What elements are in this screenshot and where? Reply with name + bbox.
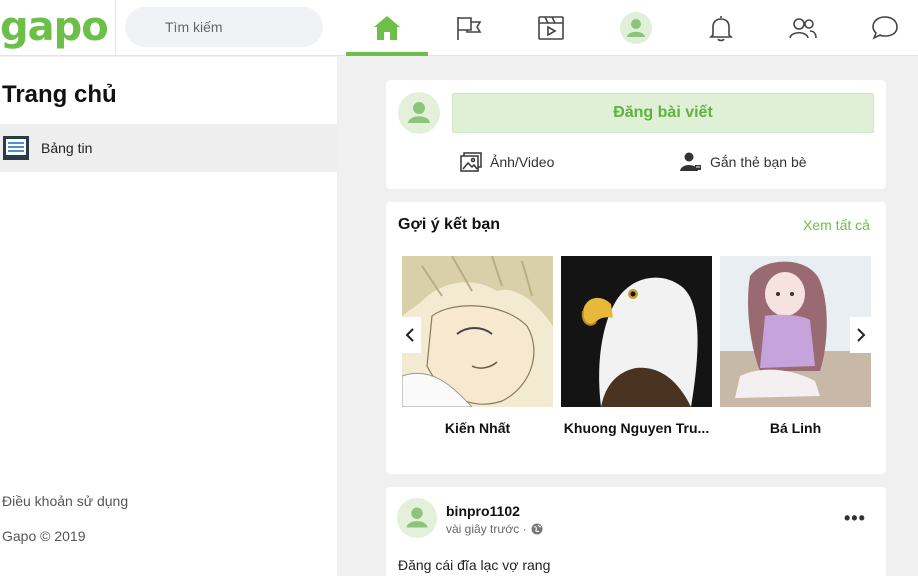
tag-friends-label: Gắn thẻ bạn bè bbox=[710, 154, 807, 170]
chat-icon bbox=[872, 16, 898, 40]
nav-profile[interactable] bbox=[595, 8, 677, 48]
friends-icon bbox=[789, 18, 817, 39]
create-post-button[interactable]: Đăng bài viết bbox=[452, 93, 874, 133]
photo-video-label: Ảnh/Video bbox=[490, 154, 555, 170]
chevron-left-icon bbox=[405, 328, 414, 342]
nav-pages[interactable] bbox=[428, 8, 510, 48]
suggestions-title: Gợi ý kết bạn bbox=[398, 216, 501, 233]
search-placeholder: Tìm kiếm bbox=[165, 19, 223, 35]
friend-photo[interactable] bbox=[561, 256, 712, 407]
bell-icon bbox=[709, 16, 733, 42]
terms-link[interactable]: Điều khoản sử dụng bbox=[2, 493, 128, 509]
composer-avatar[interactable] bbox=[398, 92, 440, 134]
nav-friends[interactable] bbox=[762, 8, 844, 48]
doll-girl-image bbox=[720, 256, 871, 407]
friend-photo[interactable] bbox=[720, 256, 871, 407]
carousel-next-button[interactable] bbox=[850, 317, 872, 353]
active-tab-indicator bbox=[346, 52, 428, 56]
user-avatar-icon bbox=[406, 507, 428, 528]
sidebar-item-newsfeed[interactable]: Bảng tin bbox=[0, 124, 337, 172]
page-title: Trang chủ bbox=[2, 81, 117, 108]
profile-icon bbox=[620, 12, 652, 44]
friend-name[interactable]: Kiến Nhất bbox=[402, 420, 553, 436]
newsfeed-icon bbox=[3, 136, 29, 160]
top-bar: gapo Tìm kiếm bbox=[0, 0, 918, 56]
friend-name[interactable]: Khuong Nguyen Tru... bbox=[561, 420, 712, 436]
flag-icon bbox=[457, 17, 482, 40]
nav-messages[interactable] bbox=[844, 8, 918, 48]
friend-photo[interactable] bbox=[402, 256, 553, 407]
tag-friends-button[interactable]: Gắn thẻ bạn bè bbox=[680, 152, 807, 172]
friend-name[interactable]: Bá Linh bbox=[720, 420, 871, 436]
photo-icon bbox=[460, 152, 482, 172]
tag-user-icon bbox=[680, 152, 701, 171]
nav-home[interactable] bbox=[346, 8, 428, 48]
post-timestamp: vài giây trước · bbox=[446, 522, 543, 536]
nav-video[interactable] bbox=[510, 8, 592, 48]
post-options-button[interactable]: ••• bbox=[844, 508, 866, 529]
post-time-text: vài giây trước · bbox=[446, 522, 527, 536]
chevron-right-icon bbox=[857, 328, 866, 342]
search-input[interactable]: Tìm kiếm bbox=[125, 7, 323, 47]
eagle-image bbox=[561, 256, 712, 407]
sidebar-item-label: Bảng tin bbox=[41, 140, 93, 156]
copyright: Gapo © 2019 bbox=[2, 528, 86, 544]
post-author-avatar[interactable] bbox=[397, 498, 437, 538]
nav-notifications[interactable] bbox=[680, 8, 762, 48]
video-icon bbox=[538, 16, 564, 40]
home-icon bbox=[374, 16, 400, 40]
user-avatar-icon bbox=[408, 102, 430, 123]
post-content: Đăng cái đĩa lạc vợ rang bbox=[398, 557, 551, 573]
divider bbox=[115, 0, 116, 56]
photo-video-button[interactable]: Ảnh/Video bbox=[460, 152, 554, 172]
see-all-link[interactable]: Xem tất cả bbox=[803, 217, 870, 233]
gapo-logo[interactable]: gapo bbox=[0, 4, 109, 50]
globe-icon bbox=[531, 523, 543, 535]
carousel-prev-button[interactable] bbox=[399, 317, 421, 353]
anime-portrait-image bbox=[402, 256, 553, 407]
post-author-name[interactable]: binpro1102 bbox=[446, 503, 520, 519]
left-sidebar: Trang chủ Bảng tin Điều khoản sử dụng Ga… bbox=[0, 57, 337, 576]
